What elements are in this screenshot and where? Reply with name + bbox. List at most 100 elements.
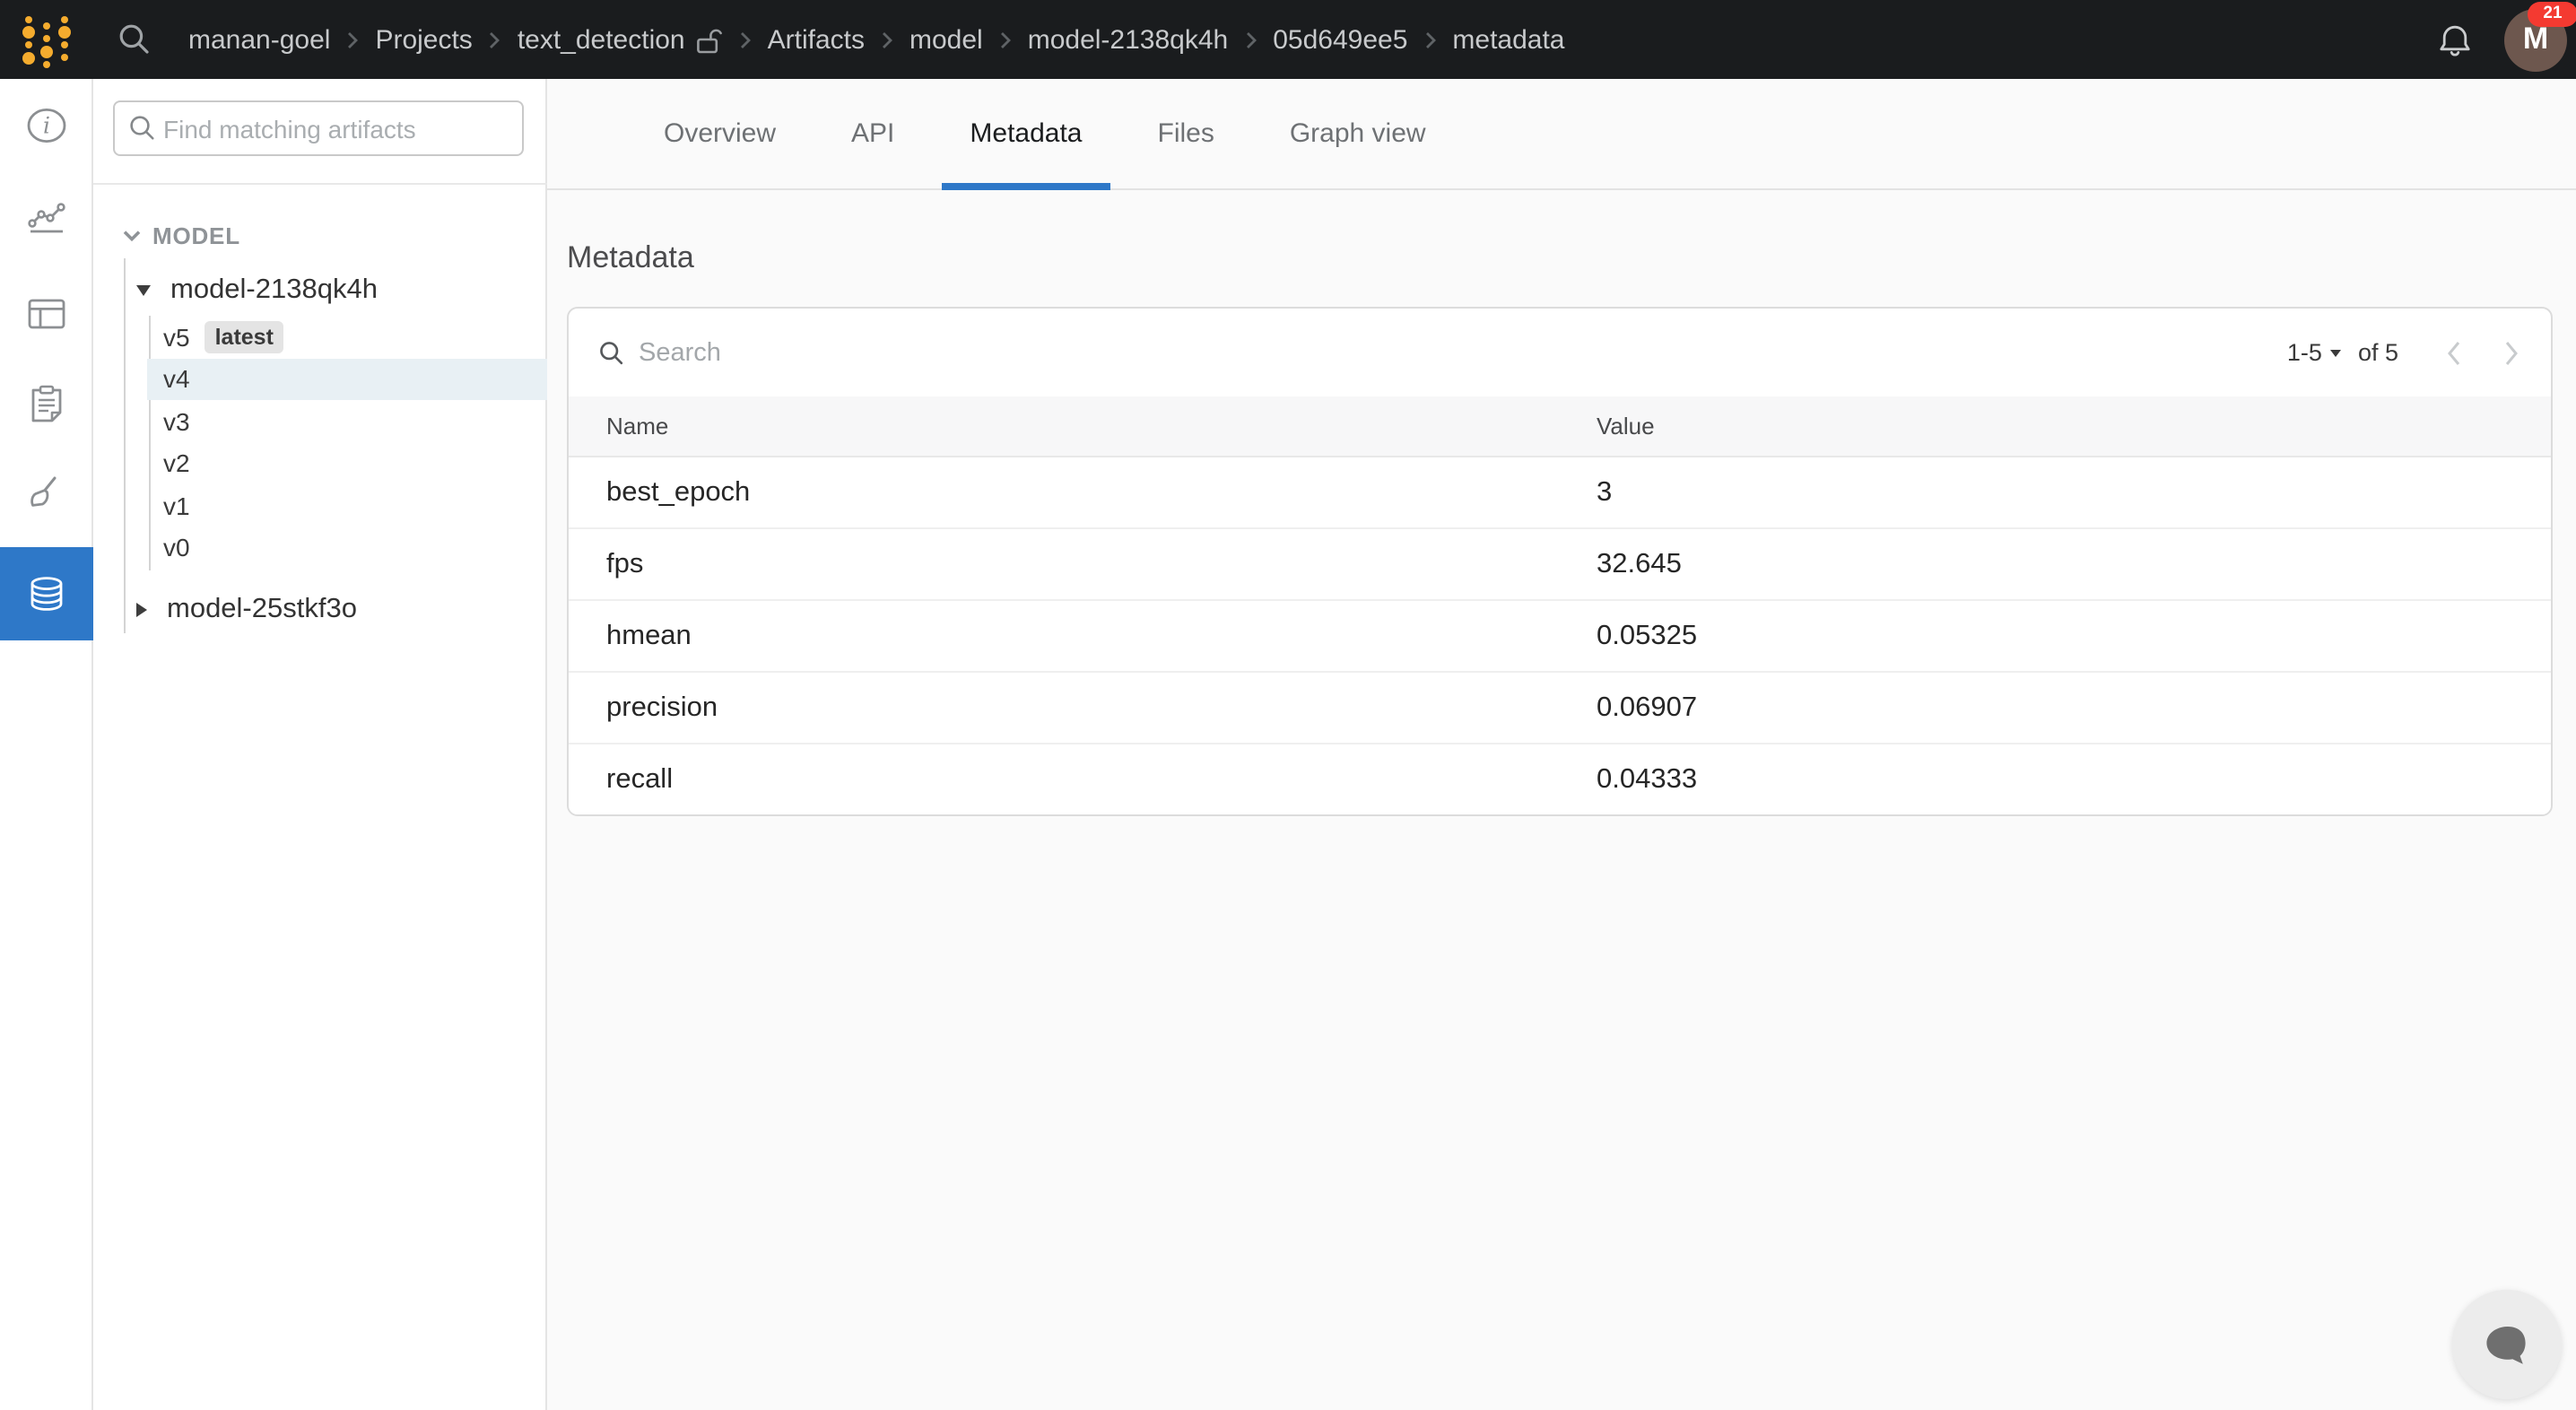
table-row: precision 0.06907 [569, 673, 2551, 744]
version-item-v3[interactable]: v3 [147, 400, 547, 442]
breadcrumb-separator-icon [346, 30, 359, 49]
collapse-triangle-icon [136, 285, 151, 296]
avatar-initial: M [2523, 22, 2548, 57]
rail-item-charts[interactable] [0, 194, 93, 240]
page-size-dropdown[interactable]: 1-5 [2287, 339, 2342, 366]
clipboard-icon [29, 384, 65, 423]
info-icon: i [25, 106, 68, 145]
breadcrumb-separator-icon [489, 30, 501, 49]
support-chat-button[interactable] [2452, 1290, 2562, 1399]
next-page-button[interactable] [2502, 338, 2520, 367]
rail-item-sweeps[interactable] [0, 470, 93, 517]
collection-name: model-2138qk4h [170, 274, 378, 307]
panel-divider [93, 183, 547, 185]
table-row: fps 32.645 [569, 529, 2551, 601]
breadcrumb-collection[interactable]: model-2138qk4h [1028, 24, 1229, 55]
line-chart-icon [27, 199, 66, 235]
breadcrumb-separator-icon [999, 30, 1012, 49]
row-name: recall [606, 763, 673, 796]
table-row: recall 0.04333 [569, 744, 2551, 814]
row-name: hmean [606, 620, 692, 652]
artifact-browser-panel: MODEL model-2138qk4h v5 latest v4 v3 v2 … [93, 79, 547, 1410]
version-item-v2[interactable]: v2 [147, 442, 547, 484]
breadcrumb-projects[interactable]: Projects [375, 24, 472, 55]
metadata-table-card: 1-5 of 5 [567, 307, 2553, 816]
prev-page-button[interactable] [2445, 338, 2463, 367]
tree-collection-2138qk4h[interactable]: model-2138qk4h [93, 267, 547, 314]
search-icon [599, 340, 624, 365]
column-header-value: Value [1597, 413, 1655, 440]
row-name: precision [606, 692, 718, 724]
left-icon-rail: i [0, 79, 93, 1410]
tab-overview[interactable]: Overview [664, 78, 776, 189]
breadcrumb-separator-icon [1244, 30, 1257, 49]
version-label: v3 [163, 407, 190, 436]
chevron-down-icon [122, 229, 142, 241]
tree-type-model[interactable]: MODEL [93, 215, 547, 255]
artifact-search-input[interactable] [156, 114, 522, 143]
tree-collection-25stkf3o[interactable]: model-25stkf3o [93, 587, 547, 633]
page-range-label: 1-5 [2287, 339, 2322, 366]
version-label: v1 [163, 492, 190, 520]
artifact-search-box[interactable] [113, 100, 524, 156]
breadcrumb: manan-goel Projects text_detection Artif… [188, 24, 1565, 55]
rail-item-info[interactable]: i [0, 102, 93, 149]
search-icon [118, 23, 151, 56]
rail-item-tables[interactable] [0, 291, 93, 337]
version-item-v5[interactable]: v5 latest [147, 316, 547, 358]
breadcrumb-separator-icon [1423, 30, 1436, 49]
caret-down-icon [2331, 350, 2342, 357]
table-row: hmean 0.05325 [569, 601, 2551, 673]
bell-icon [2436, 21, 2474, 58]
rail-item-reports[interactable] [0, 380, 93, 427]
breadcrumb-artifacts[interactable]: Artifacts [768, 24, 865, 55]
row-value: 0.04333 [1597, 763, 1697, 796]
tab-graph-view[interactable]: Graph view [1290, 78, 1426, 189]
version-item-v1[interactable]: v1 [147, 484, 547, 527]
table-toolbar: 1-5 of 5 [569, 309, 2551, 396]
tab-files[interactable]: Files [1158, 78, 1214, 189]
version-label: v4 [163, 365, 190, 394]
database-icon [27, 574, 66, 614]
row-value: 3 [1597, 476, 1612, 509]
breadcrumb-project[interactable]: text_detection [518, 24, 723, 55]
tree-type-label: MODEL [152, 222, 240, 248]
main-content: Overview API Metadata Files Graph view M… [547, 79, 2576, 1410]
user-avatar[interactable]: M 21 [2504, 8, 2567, 71]
wandb-logo[interactable] [0, 0, 93, 79]
version-label: v0 [163, 534, 190, 562]
table-row: best_epoch 3 [569, 457, 2551, 529]
column-header-name: Name [606, 413, 668, 440]
tab-metadata[interactable]: Metadata [970, 78, 1082, 189]
row-name: best_epoch [606, 476, 750, 509]
breadcrumb-separator-icon [739, 30, 752, 49]
wandb-app: manan-goel Projects text_detection Artif… [0, 0, 2576, 1410]
nav-right-controls: M 21 [2436, 8, 2576, 71]
version-item-v0[interactable]: v0 [147, 527, 547, 569]
global-search-button[interactable] [118, 23, 151, 56]
latest-badge: latest [205, 321, 284, 353]
broom-icon [27, 474, 66, 513]
version-item-v4-selected[interactable]: v4 [147, 358, 547, 400]
notifications-button[interactable] [2436, 21, 2474, 58]
row-value: 32.645 [1597, 548, 1682, 580]
chevron-right-icon [2502, 338, 2520, 367]
row-name: fps [606, 548, 643, 580]
row-value: 0.05325 [1597, 620, 1697, 652]
breadcrumb-artifact-type[interactable]: model [909, 24, 983, 55]
search-icon [129, 115, 156, 142]
page-total-label: of 5 [2358, 339, 2398, 366]
breadcrumb-current-page[interactable]: metadata [1452, 24, 1564, 55]
wandb-dots-logo-icon [16, 9, 77, 70]
artifact-tabs: Overview API Metadata Files Graph view [547, 79, 2576, 190]
svg-text:i: i [43, 113, 50, 139]
version-label: v5 [163, 323, 190, 352]
breadcrumb-entity[interactable]: manan-goel [188, 24, 330, 55]
breadcrumb-version-hash[interactable]: 05d649ee5 [1273, 24, 1407, 55]
top-nav: manan-goel Projects text_detection Artif… [0, 0, 2576, 79]
rail-item-artifacts[interactable] [0, 547, 93, 640]
table-search-input[interactable] [624, 336, 1180, 369]
chevron-left-icon [2445, 338, 2463, 367]
chat-bubble-icon [2480, 1318, 2534, 1371]
tab-api[interactable]: API [851, 78, 894, 189]
